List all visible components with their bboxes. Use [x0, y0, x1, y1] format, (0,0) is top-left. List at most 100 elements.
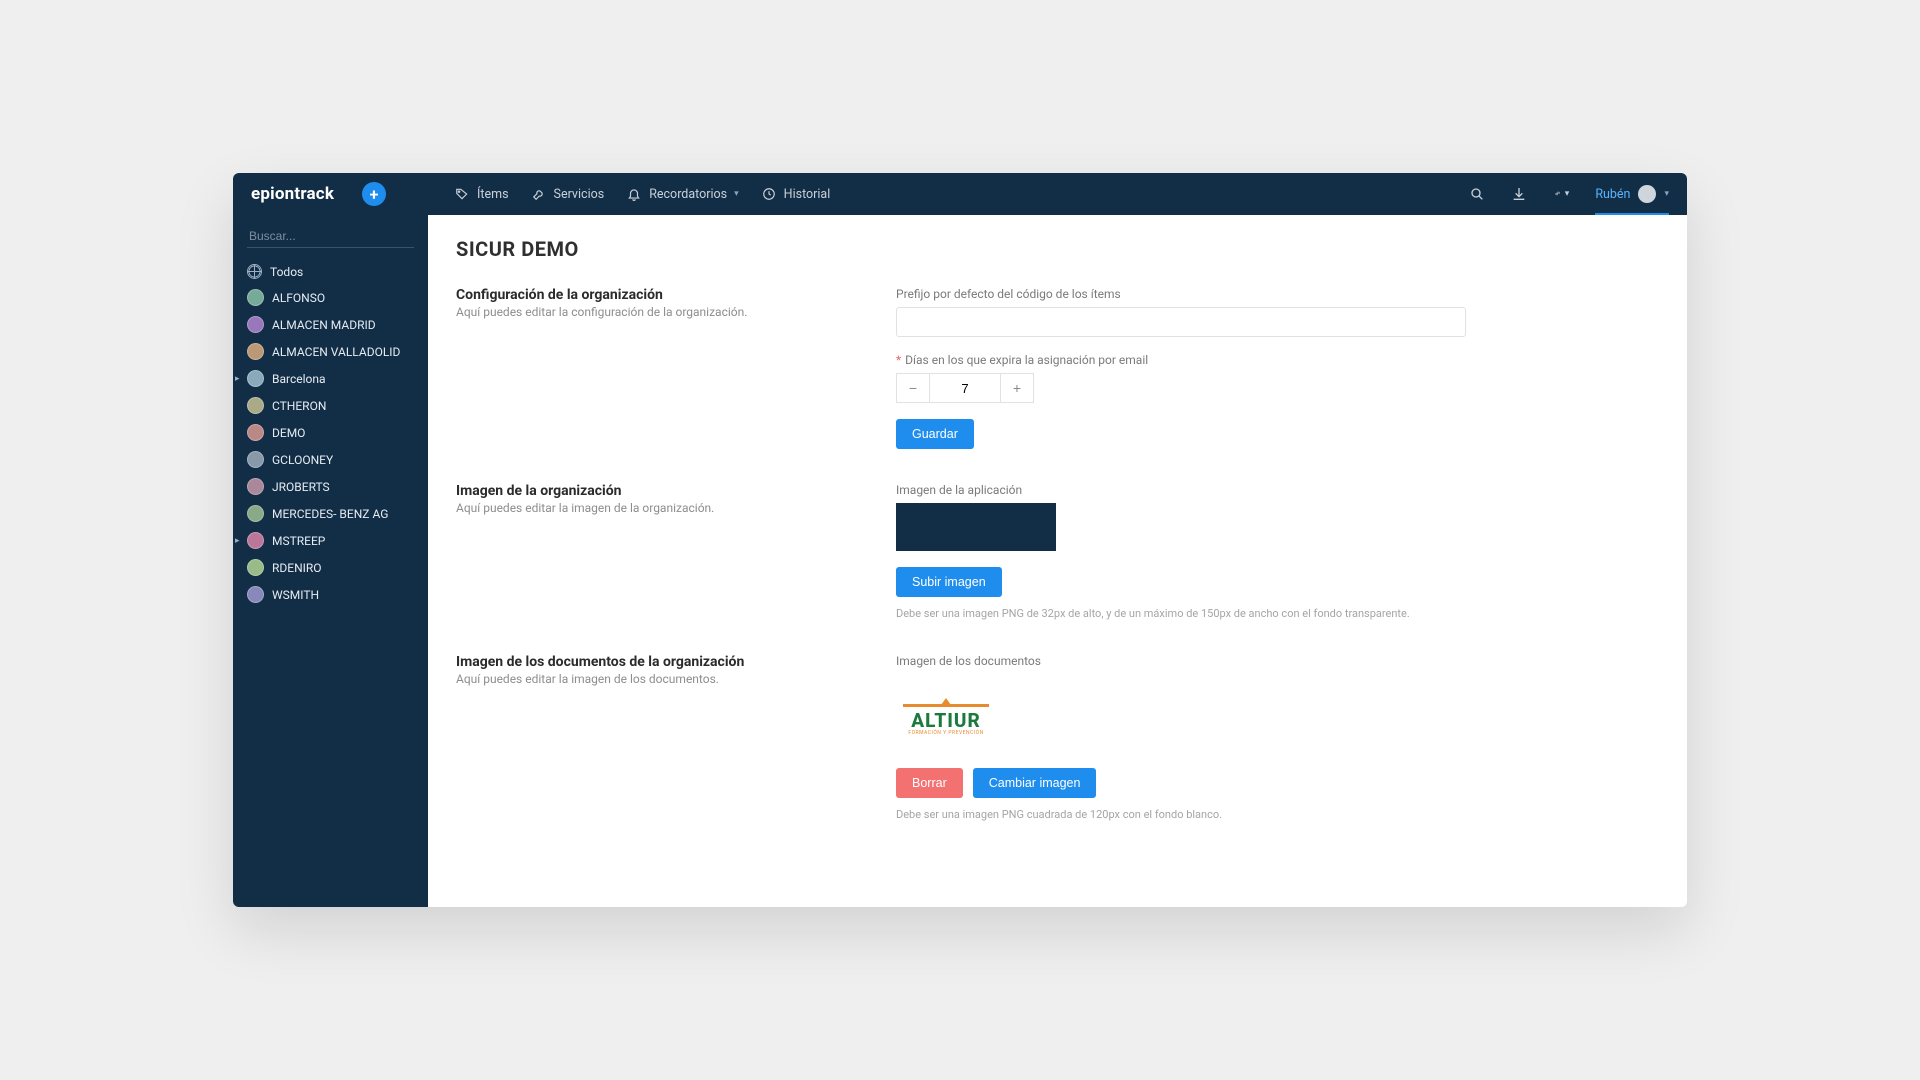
sidebar-item[interactable]: WSMITH [233, 582, 428, 607]
avatar-icon [247, 505, 264, 522]
org-image-desc: Aquí puedes editar la imagen de la organ… [456, 501, 856, 515]
section-doc-image: Imagen de los documentos de la organizac… [456, 654, 1659, 821]
download-icon[interactable] [1511, 186, 1527, 202]
sidebar-item[interactable]: RDENIRO [233, 555, 428, 580]
nav-reminders-label: Recordatorios [649, 187, 727, 202]
chevron-down-icon: ▾ [1664, 189, 1669, 199]
sidebar-item[interactable]: JROBERTS [233, 474, 428, 499]
sidebar-item[interactable]: MERCEDES- BENZ AG [233, 501, 428, 526]
history-icon [761, 186, 777, 202]
sidebar-item[interactable]: DEMO [233, 420, 428, 445]
avatar-icon [247, 586, 264, 603]
brand: epiontrack + [233, 182, 428, 206]
avatar-icon [247, 424, 264, 441]
sidebar-item-label: Barcelona [272, 372, 326, 386]
sidebar-item-label: MERCEDES- BENZ AG [272, 507, 388, 521]
body: Todos ALFONSO ALMACEN MADRID ALMACEN VALLAD… [233, 215, 1687, 907]
nav-items[interactable]: Ítems [454, 186, 509, 202]
sidebar-item-label: MSTREEP [272, 534, 325, 548]
main-nav: Ítems Servicios Recordatorios ▾ Histori [454, 186, 830, 202]
upload-image-button[interactable]: Subir imagen [896, 567, 1002, 597]
org-config-title: Configuración de la organización [456, 287, 856, 303]
change-image-button[interactable]: Cambiar imagen [973, 768, 1097, 798]
nav-history-label: Historial [784, 187, 831, 202]
required-star: * [896, 353, 901, 367]
topbar: epiontrack + Ítems Servicios [233, 173, 1687, 215]
avatar-icon [247, 343, 264, 360]
sidebar-item-label: GCLOONEY [272, 453, 333, 467]
sidebar-item-label: JROBERTS [272, 480, 330, 494]
org-config-desc: Aquí puedes editar la configuración de l… [456, 305, 856, 319]
app-image-label: Imagen de la aplicación [896, 483, 1466, 497]
sidebar-item-label: WSMITH [272, 588, 319, 602]
stepper-increment[interactable]: + [1000, 373, 1034, 403]
section-org-image: Imagen de la organización Aquí puedes ed… [456, 483, 1659, 620]
doc-logo-text: ALTIUR [903, 711, 989, 730]
topbar-actions: ▾ Rubén ▾ [1469, 173, 1687, 215]
sidebar-item[interactable]: GCLOONEY [233, 447, 428, 472]
main-content: SICUR DEMO Configuración de la organizac… [428, 215, 1687, 907]
sidebar-item-label: ALFONSO [272, 291, 325, 305]
prefix-label: Prefijo por defecto del código de los ít… [896, 287, 1466, 301]
doc-image-label: Imagen de los documentos [896, 654, 1466, 668]
avatar-icon [247, 397, 264, 414]
page-title: SICUR DEMO [456, 237, 1659, 261]
caret-right-icon: ▸ [235, 374, 240, 384]
nav-history[interactable]: Historial [761, 186, 831, 202]
sidebar-item-label: RDENIRO [272, 561, 322, 575]
sidebar-list: Todos ALFONSO ALMACEN MADRID ALMACEN VALLAD… [233, 260, 428, 607]
prefix-input[interactable] [896, 307, 1466, 337]
user-name: Rubén [1595, 187, 1630, 202]
nav-services-label: Servicios [554, 187, 605, 202]
avatar-icon [247, 532, 264, 549]
sidebar-item-label: CTHERON [272, 399, 326, 413]
sidebar-item[interactable]: CTHERON [233, 393, 428, 418]
sidebar-item[interactable]: Todos [233, 260, 428, 283]
org-image-title: Imagen de la organización [456, 483, 856, 499]
chevron-down-icon: ▾ [734, 189, 739, 199]
chevron-down-icon: ▾ [1565, 189, 1570, 199]
doc-logo: ALTIUR FORMACIÓN Y PREVENCIÓN [903, 704, 989, 736]
sidebar-item[interactable]: ALMACEN MADRID [233, 312, 428, 337]
nav-items-label: Ítems [477, 187, 509, 202]
doc-image-section-title: Imagen de los documentos de la organizac… [456, 654, 856, 670]
user-menu[interactable]: Rubén ▾ [1595, 173, 1669, 215]
globe-icon [247, 264, 262, 279]
plus-icon: + [370, 185, 379, 204]
wrench-icon [531, 186, 547, 202]
doc-image-preview: ALTIUR FORMACIÓN Y PREVENCIÓN [896, 678, 996, 762]
sidebar-search [247, 225, 414, 248]
sidebar-item[interactable]: ▸ Barcelona [233, 366, 428, 391]
avatar-icon [247, 451, 264, 468]
avatar-icon [1638, 185, 1656, 203]
search-input[interactable] [247, 225, 414, 248]
sidebar-item[interactable]: ALMACEN VALLADOLID [233, 339, 428, 364]
tag-icon [454, 186, 470, 202]
sidebar-item-label: ALMACEN MADRID [272, 318, 376, 332]
delete-image-button[interactable]: Borrar [896, 768, 963, 798]
sidebar-item-label: DEMO [272, 426, 305, 440]
avatar-icon [247, 289, 264, 306]
expire-label: *Días en los que expira la asignación po… [896, 353, 1466, 367]
nav-services[interactable]: Servicios [531, 186, 605, 202]
sidebar-item[interactable]: ▸ MSTREEP [233, 528, 428, 553]
caret-right-icon: ▸ [235, 536, 240, 546]
search-icon[interactable] [1469, 186, 1485, 202]
brand-text: epiontrack [251, 184, 334, 204]
gear-icon[interactable]: ▾ [1553, 186, 1569, 202]
bell-icon [626, 186, 642, 202]
app-image-hint: Debe ser una imagen PNG de 32px de alto,… [896, 607, 1466, 620]
avatar-icon [247, 478, 264, 495]
sidebar-item-label: ALMACEN VALLADOLID [272, 345, 400, 359]
doc-image-hint: Debe ser una imagen PNG cuadrada de 120p… [896, 808, 1466, 821]
doc-image-section-desc: Aquí puedes editar la imagen de los docu… [456, 672, 856, 686]
sidebar-item-label: Todos [270, 265, 303, 279]
app-image-preview [896, 503, 1056, 551]
add-button[interactable]: + [362, 182, 386, 206]
expire-input[interactable] [930, 373, 1000, 403]
section-org-config: Configuración de la organización Aquí pu… [456, 287, 1659, 449]
sidebar-item[interactable]: ALFONSO [233, 285, 428, 310]
nav-reminders[interactable]: Recordatorios ▾ [626, 186, 738, 202]
stepper-decrement[interactable]: − [896, 373, 930, 403]
save-button[interactable]: Guardar [896, 419, 974, 449]
